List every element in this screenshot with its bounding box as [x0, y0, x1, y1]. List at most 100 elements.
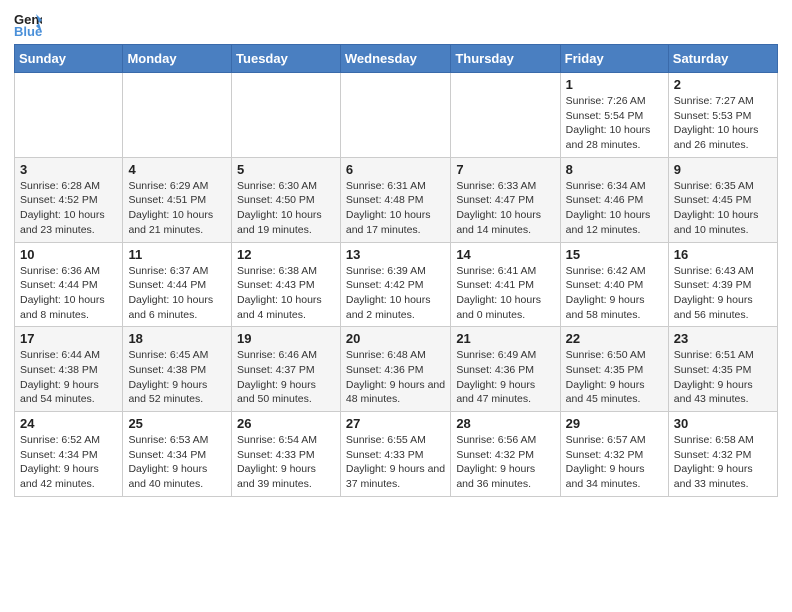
calendar-cell: 9 Sunrise: 6:35 AM Sunset: 4:45 PM Daylig… [668, 157, 777, 242]
day-number: 18 [128, 331, 226, 346]
day-info: Sunrise: 6:36 AM Sunset: 4:44 PM Dayligh… [20, 264, 117, 323]
calendar-cell: 7 Sunrise: 6:33 AM Sunset: 4:47 PM Daylig… [451, 157, 560, 242]
day-number: 3 [20, 162, 117, 177]
header-day-monday: Monday [123, 45, 232, 73]
logo: General Blue [14, 10, 46, 38]
calendar-cell [340, 73, 450, 158]
calendar-cell: 3 Sunrise: 6:28 AM Sunset: 4:52 PM Daylig… [15, 157, 123, 242]
day-info: Sunrise: 6:28 AM Sunset: 4:52 PM Dayligh… [20, 179, 117, 238]
calendar-cell [451, 73, 560, 158]
calendar-header-row: SundayMondayTuesdayWednesdayThursdayFrid… [15, 45, 778, 73]
calendar-cell: 21Sunrise: 6:49 AM Sunset: 4:36 PM Dayli… [451, 327, 560, 412]
calendar-cell: 1 Sunrise: 7:26 AM Sunset: 5:54 PM Daylig… [560, 73, 668, 158]
header-day-saturday: Saturday [668, 45, 777, 73]
day-info: Sunrise: 6:42 AM Sunset: 4:40 PM Dayligh… [566, 264, 663, 323]
day-number: 8 [566, 162, 663, 177]
calendar-week-2: 3 Sunrise: 6:28 AM Sunset: 4:52 PM Daylig… [15, 157, 778, 242]
calendar-cell: 12 Sunrise: 6:38 AM Sunset: 4:43 PM Dayli… [232, 242, 341, 327]
calendar-cell: 25Sunrise: 6:53 AM Sunset: 4:34 PM Dayli… [123, 412, 232, 497]
calendar-cell: 28 Sunrise: 6:56 AM Sunset: 4:32 PM Dayli… [451, 412, 560, 497]
day-number: 15 [566, 247, 663, 262]
page: General Blue SundayMondayTuesdayWednesda… [0, 0, 792, 511]
calendar-table: SundayMondayTuesdayWednesdayThursdayFrid… [14, 44, 778, 497]
calendar-cell: 11 Sunrise: 6:37 AM Sunset: 4:44 PM Dayli… [123, 242, 232, 327]
day-info: Sunrise: 6:44 AM Sunset: 4:38 PM Dayligh… [20, 348, 117, 407]
header-day-thursday: Thursday [451, 45, 560, 73]
calendar-cell: 20 Sunrise: 6:48 AM Sunset: 4:36 PM Dayli… [340, 327, 450, 412]
day-number: 2 [674, 77, 772, 92]
logo-icon: General Blue [14, 10, 42, 38]
day-info: Sunrise: 6:55 AM Sunset: 4:33 PM Dayligh… [346, 433, 445, 492]
day-number: 24 [20, 416, 117, 431]
calendar-cell: 18 Sunrise: 6:45 AM Sunset: 4:38 PM Dayli… [123, 327, 232, 412]
day-number: 6 [346, 162, 445, 177]
day-number: 17 [20, 331, 117, 346]
day-info: Sunrise: 6:50 AM Sunset: 4:35 PM Dayligh… [566, 348, 663, 407]
calendar-week-3: 10Sunrise: 6:36 AM Sunset: 4:44 PM Dayli… [15, 242, 778, 327]
day-info: Sunrise: 6:46 AM Sunset: 4:37 PM Dayligh… [237, 348, 335, 407]
day-number: 7 [456, 162, 554, 177]
day-number: 21 [456, 331, 554, 346]
day-number: 9 [674, 162, 772, 177]
calendar-cell: 13 Sunrise: 6:39 AM Sunset: 4:42 PM Dayli… [340, 242, 450, 327]
day-number: 28 [456, 416, 554, 431]
calendar-cell: 5 Sunrise: 6:30 AM Sunset: 4:50 PM Daylig… [232, 157, 341, 242]
calendar-cell: 14 Sunrise: 6:41 AM Sunset: 4:41 PM Dayli… [451, 242, 560, 327]
calendar-cell: 4Sunrise: 6:29 AM Sunset: 4:51 PM Daylig… [123, 157, 232, 242]
calendar-cell: 22 Sunrise: 6:50 AM Sunset: 4:35 PM Dayli… [560, 327, 668, 412]
calendar-week-1: 1 Sunrise: 7:26 AM Sunset: 5:54 PM Daylig… [15, 73, 778, 158]
day-info: Sunrise: 6:57 AM Sunset: 4:32 PM Dayligh… [566, 433, 663, 492]
calendar-cell [15, 73, 123, 158]
day-number: 23 [674, 331, 772, 346]
day-number: 22 [566, 331, 663, 346]
calendar-cell [232, 73, 341, 158]
day-number: 5 [237, 162, 335, 177]
day-info: Sunrise: 6:51 AM Sunset: 4:35 PM Dayligh… [674, 348, 772, 407]
day-info: Sunrise: 6:58 AM Sunset: 4:32 PM Dayligh… [674, 433, 772, 492]
day-info: Sunrise: 6:38 AM Sunset: 4:43 PM Dayligh… [237, 264, 335, 323]
day-number: 13 [346, 247, 445, 262]
day-number: 11 [128, 247, 226, 262]
day-number: 12 [237, 247, 335, 262]
calendar-cell: 16Sunrise: 6:43 AM Sunset: 4:39 PM Dayli… [668, 242, 777, 327]
day-info: Sunrise: 6:54 AM Sunset: 4:33 PM Dayligh… [237, 433, 335, 492]
calendar-cell: 6Sunrise: 6:31 AM Sunset: 4:48 PM Daylig… [340, 157, 450, 242]
calendar-cell: 17 Sunrise: 6:44 AM Sunset: 4:38 PM Dayli… [15, 327, 123, 412]
day-info: Sunrise: 6:33 AM Sunset: 4:47 PM Dayligh… [456, 179, 554, 238]
calendar-cell: 23 Sunrise: 6:51 AM Sunset: 4:35 PM Dayli… [668, 327, 777, 412]
day-info: Sunrise: 6:41 AM Sunset: 4:41 PM Dayligh… [456, 264, 554, 323]
calendar-cell: 24 Sunrise: 6:52 AM Sunset: 4:34 PM Dayli… [15, 412, 123, 497]
day-info: Sunrise: 6:37 AM Sunset: 4:44 PM Dayligh… [128, 264, 226, 323]
calendar-cell: 29Sunrise: 6:57 AM Sunset: 4:32 PM Dayli… [560, 412, 668, 497]
day-number: 14 [456, 247, 554, 262]
day-info: Sunrise: 6:39 AM Sunset: 4:42 PM Dayligh… [346, 264, 445, 323]
calendar-cell: 27 Sunrise: 6:55 AM Sunset: 4:33 PM Dayli… [340, 412, 450, 497]
day-info: Sunrise: 7:26 AM Sunset: 5:54 PM Dayligh… [566, 94, 663, 153]
calendar-cell: 10Sunrise: 6:36 AM Sunset: 4:44 PM Dayli… [15, 242, 123, 327]
day-info: Sunrise: 6:56 AM Sunset: 4:32 PM Dayligh… [456, 433, 554, 492]
day-number: 25 [128, 416, 226, 431]
header-day-wednesday: Wednesday [340, 45, 450, 73]
calendar-cell: 2Sunrise: 7:27 AM Sunset: 5:53 PM Daylig… [668, 73, 777, 158]
day-info: Sunrise: 6:35 AM Sunset: 4:45 PM Dayligh… [674, 179, 772, 238]
day-number: 20 [346, 331, 445, 346]
day-info: Sunrise: 6:30 AM Sunset: 4:50 PM Dayligh… [237, 179, 335, 238]
header: General Blue [14, 10, 778, 38]
day-info: Sunrise: 6:45 AM Sunset: 4:38 PM Dayligh… [128, 348, 226, 407]
calendar-week-5: 24 Sunrise: 6:52 AM Sunset: 4:34 PM Dayli… [15, 412, 778, 497]
day-number: 26 [237, 416, 335, 431]
day-info: Sunrise: 6:48 AM Sunset: 4:36 PM Dayligh… [346, 348, 445, 407]
calendar-cell: 26 Sunrise: 6:54 AM Sunset: 4:33 PM Dayli… [232, 412, 341, 497]
calendar-week-4: 17 Sunrise: 6:44 AM Sunset: 4:38 PM Dayli… [15, 327, 778, 412]
day-info: Sunrise: 6:43 AM Sunset: 4:39 PM Dayligh… [674, 264, 772, 323]
calendar-cell: 15 Sunrise: 6:42 AM Sunset: 4:40 PM Dayli… [560, 242, 668, 327]
calendar-cell [123, 73, 232, 158]
day-info: Sunrise: 6:29 AM Sunset: 4:51 PM Dayligh… [128, 179, 226, 238]
header-day-sunday: Sunday [15, 45, 123, 73]
day-number: 1 [566, 77, 663, 92]
day-info: Sunrise: 6:52 AM Sunset: 4:34 PM Dayligh… [20, 433, 117, 492]
calendar-cell: 30Sunrise: 6:58 AM Sunset: 4:32 PM Dayli… [668, 412, 777, 497]
calendar-cell: 19Sunrise: 6:46 AM Sunset: 4:37 PM Dayli… [232, 327, 341, 412]
day-number: 27 [346, 416, 445, 431]
header-day-tuesday: Tuesday [232, 45, 341, 73]
